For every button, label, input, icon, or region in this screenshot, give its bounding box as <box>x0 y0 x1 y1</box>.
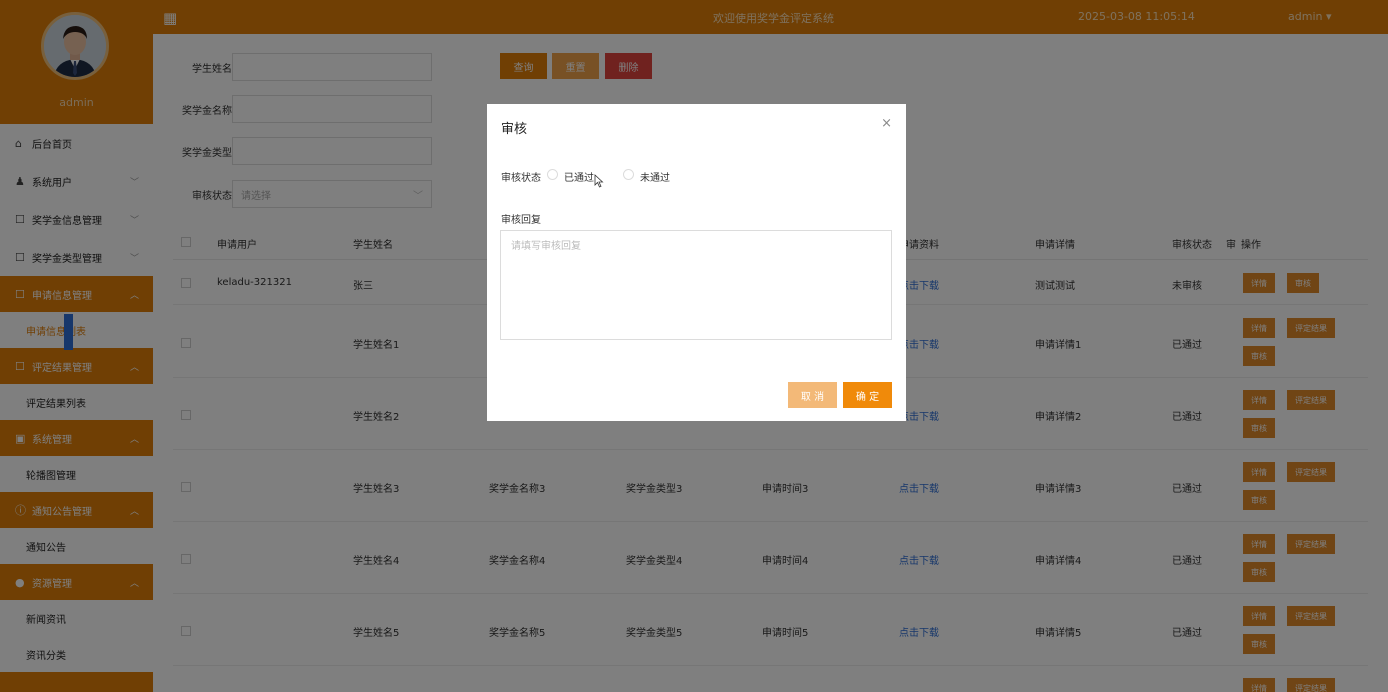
radio-fail-label[interactable]: 未通过 <box>640 169 670 184</box>
audit-reply-label: 审核回复 <box>501 215 541 226</box>
audit-reply-textarea[interactable]: 请填写审核回复 <box>500 230 892 340</box>
radio-pass-label[interactable]: 已通过 <box>564 169 594 184</box>
audit-status-label: 审核状态 <box>501 173 541 184</box>
dialog-title: 审核 <box>501 122 528 137</box>
mouse-cursor-icon <box>594 174 604 188</box>
audit-dialog: 审核 × 审核状态 已通过 未通过 审核回复 请填写审核回复 取 消 确 定 <box>487 104 906 421</box>
radio-fail[interactable] <box>623 169 634 180</box>
cancel-button[interactable]: 取 消 <box>788 382 837 408</box>
confirm-button[interactable]: 确 定 <box>843 382 892 408</box>
close-icon[interactable]: × <box>881 116 892 131</box>
radio-pass[interactable] <box>547 169 558 180</box>
